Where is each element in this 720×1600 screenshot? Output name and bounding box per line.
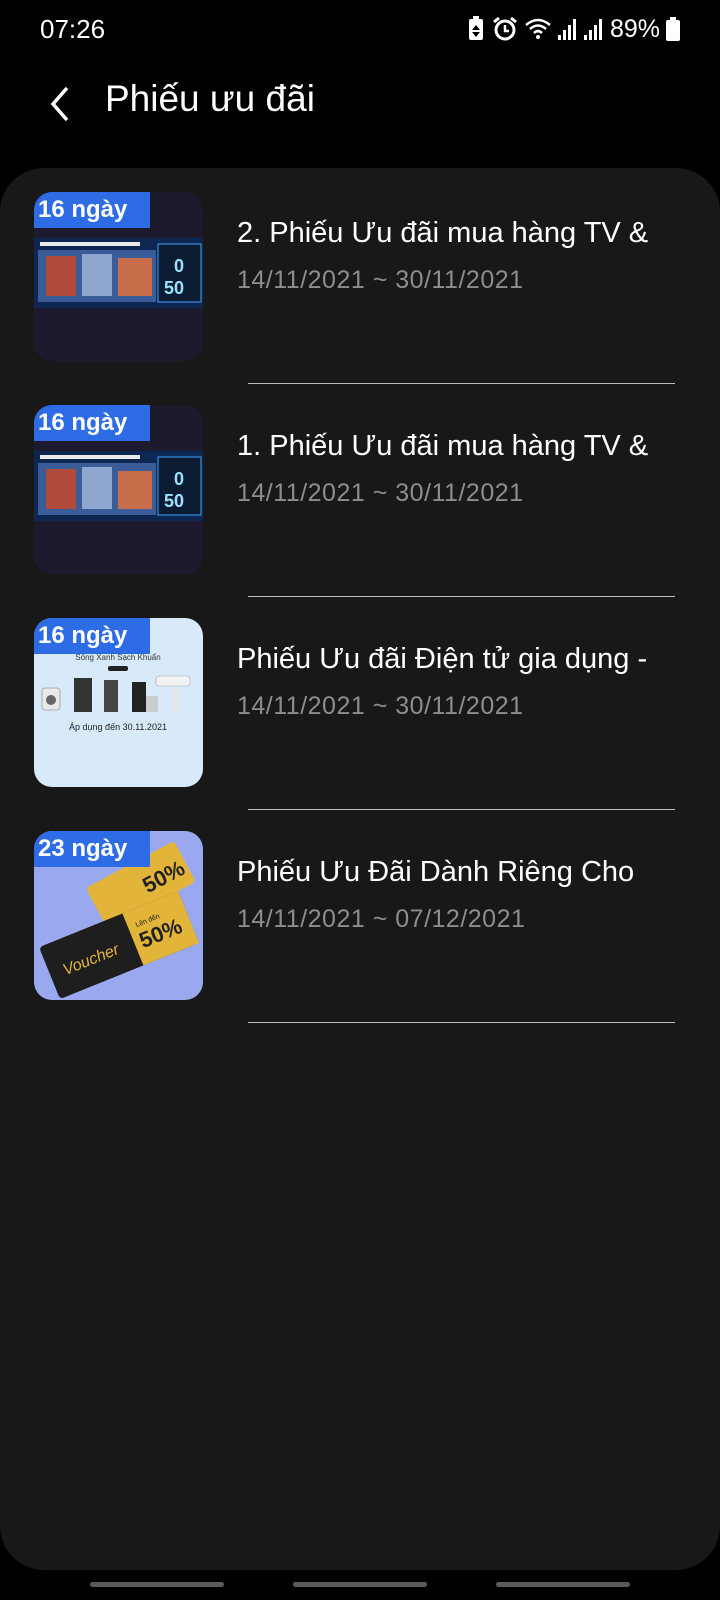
coupon-title: 2. Phiếu Ưu đãi mua hàng TV & bbox=[237, 217, 649, 249]
days-remaining-badge: 16 ngày bbox=[34, 405, 150, 441]
coupon-dates: 14/11/2021 ~ 30/11/2021 bbox=[237, 479, 524, 507]
coupon-item[interactable]: 0 50 16 ngày 2. Phiếu Ưu đãi mua hàng TV… bbox=[0, 168, 720, 384]
chevron-left-icon bbox=[50, 86, 69, 122]
signal-icon-2 bbox=[583, 17, 604, 41]
back-button[interactable] bbox=[32, 76, 88, 132]
recents-button[interactable] bbox=[90, 1582, 224, 1587]
coupon-dates: 14/11/2021 ~ 30/11/2021 bbox=[237, 266, 524, 294]
svg-text:50: 50 bbox=[164, 278, 184, 298]
coupon-dates: 14/11/2021 ~ 30/11/2021 bbox=[237, 692, 524, 720]
status-time: 07:26 bbox=[40, 14, 106, 44]
coupon-list: 0 50 16 ngày 2. Phiếu Ưu đãi mua hàng TV… bbox=[0, 168, 720, 1570]
appliance-heading: Sống Xanh Sạch Khuẩn bbox=[75, 653, 160, 662]
divider bbox=[248, 1022, 675, 1023]
coupon-dates: 14/11/2021 ~ 07/12/2021 bbox=[237, 905, 526, 933]
battery-saver-icon bbox=[466, 16, 486, 42]
svg-text:0: 0 bbox=[174, 469, 184, 489]
page-title: Phiếu ưu đãi bbox=[105, 78, 315, 119]
status-bar: 07:26 89% bbox=[0, 0, 720, 60]
coupon-item[interactable]: Sống Xanh Sạch Khuẩn Áp dụng đến 30.11.2… bbox=[0, 594, 720, 810]
days-remaining-badge: 23 ngày bbox=[34, 831, 150, 867]
svg-text:0: 0 bbox=[174, 256, 184, 276]
coupon-title: Phiếu Ưu Đãi Dành Riêng Cho bbox=[237, 856, 635, 888]
coupon-thumbnail: Sống Xanh Sạch Khuẩn Áp dụng đến 30.11.2… bbox=[34, 618, 203, 787]
coupon-thumbnail: 50% Voucher Lên đến 50% 23 ngày bbox=[34, 831, 203, 1000]
days-remaining-badge: 16 ngày bbox=[34, 192, 150, 228]
coupon-title: Phiếu Ưu đãi Điện tử gia dụng - bbox=[237, 643, 648, 675]
coupon-thumbnail: 0 50 16 ngày bbox=[34, 192, 203, 361]
home-button[interactable] bbox=[293, 1582, 427, 1587]
coupon-item[interactable]: 0 50 16 ngày 1. Phiếu Ưu đãi mua hàng TV… bbox=[0, 381, 720, 597]
battery-percent: 89% bbox=[609, 14, 660, 43]
coupon-thumbnail: 0 50 16 ngày bbox=[34, 405, 203, 574]
wifi-icon bbox=[524, 17, 552, 41]
appliance-date: Áp dụng đến 30.11.2021 bbox=[69, 722, 167, 732]
coupon-title: 1. Phiếu Ưu đãi mua hàng TV & bbox=[237, 430, 649, 462]
svg-text:50: 50 bbox=[164, 491, 184, 511]
alarm-icon bbox=[492, 16, 518, 42]
battery-icon bbox=[666, 17, 680, 41]
days-remaining-badge: 16 ngày bbox=[34, 618, 150, 654]
status-icons: 89% bbox=[466, 12, 680, 46]
system-nav-bar bbox=[0, 1570, 720, 1600]
app-header: Phiếu ưu đãi bbox=[0, 60, 720, 170]
coupon-item[interactable]: 50% Voucher Lên đến 50% 23 ngày Phiếu Ưu… bbox=[0, 807, 720, 1023]
back-nav-button[interactable] bbox=[496, 1582, 630, 1587]
signal-icon bbox=[557, 17, 578, 41]
